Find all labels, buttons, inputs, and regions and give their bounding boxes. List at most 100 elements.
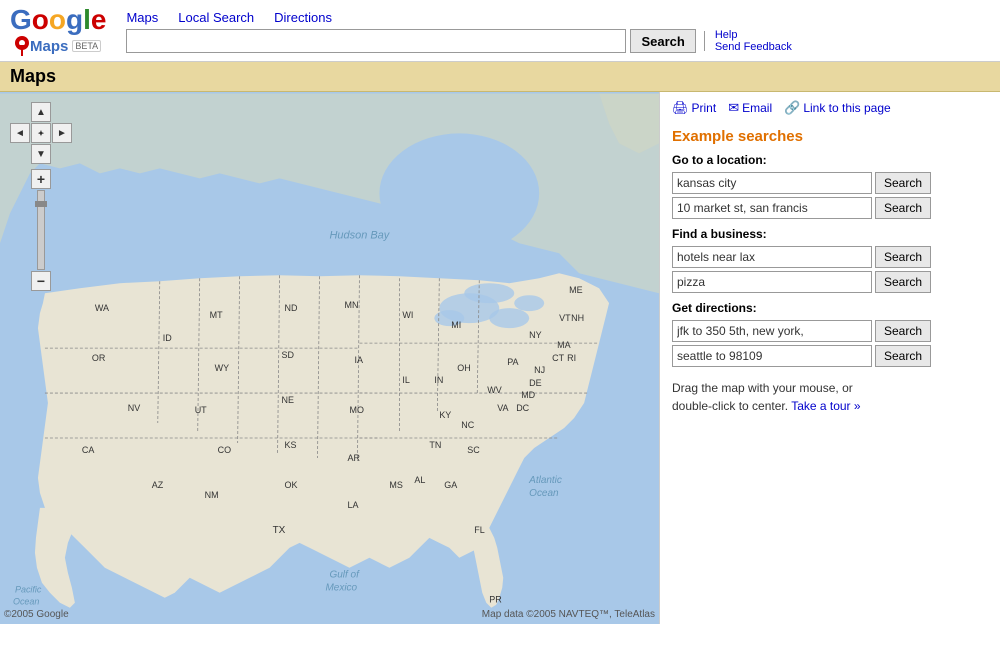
svg-text:ID: ID [163, 333, 172, 343]
business-input-2[interactable] [672, 271, 872, 293]
logo-l: l [83, 4, 91, 35]
right-panel: 🖨 Print ✉ Email 🔗 Link to this page Exam… [660, 92, 1000, 624]
business-search-btn-1[interactable]: Search [875, 246, 931, 268]
nav-down-row: ▼ [31, 144, 51, 164]
svg-text:FL: FL [474, 525, 484, 535]
svg-text:WI: WI [402, 310, 413, 320]
svg-text:ND: ND [285, 303, 298, 313]
svg-text:IN: IN [434, 375, 443, 385]
map-controls: ▲ ◄ ✦ ► ▼ + − [10, 102, 72, 291]
go-to-location-title: Go to a location: [672, 153, 988, 167]
svg-text:ME: ME [569, 285, 582, 295]
business-example-row-1: Search [672, 246, 988, 268]
help-link[interactable]: Help [715, 29, 792, 41]
email-link[interactable]: ✉ Email [728, 100, 772, 116]
main-search-button[interactable]: Search [630, 29, 695, 53]
print-label: Print [692, 101, 717, 115]
svg-text:NM: NM [205, 490, 219, 500]
nav-local-search-link[interactable]: Local Search [178, 10, 254, 25]
svg-text:DE: DE [529, 378, 541, 388]
pan-center-button[interactable]: ✦ [31, 123, 51, 143]
take-a-tour-link[interactable]: Take a tour » [791, 399, 860, 413]
business-search-btn-2[interactable]: Search [875, 271, 931, 293]
location-example-row-1: Search [672, 172, 988, 194]
drag-note: Drag the map with your mouse, ordouble-c… [672, 379, 988, 415]
svg-text:NY: NY [529, 330, 541, 340]
svg-text:Ocean: Ocean [529, 488, 559, 499]
email-icon: ✉ [728, 100, 739, 116]
pan-up-button[interactable]: ▲ [31, 102, 51, 122]
svg-text:PA: PA [507, 357, 518, 367]
svg-text:AL: AL [414, 475, 425, 485]
print-icon: 🖨 [672, 100, 689, 116]
logo-e: e [91, 4, 107, 35]
map-data-credit: Map data ©2005 NAVTEQ™, TeleAtlas [482, 609, 655, 620]
directions-search-btn-1[interactable]: Search [875, 320, 931, 342]
business-input-1[interactable] [672, 246, 872, 268]
svg-text:Ocean: Ocean [13, 597, 39, 607]
business-example-row-2: Search [672, 271, 988, 293]
svg-text:CT: CT [552, 353, 564, 363]
svg-text:Mexico: Mexico [326, 583, 358, 594]
location-input-2[interactable] [672, 197, 872, 219]
svg-text:PR: PR [489, 595, 502, 605]
svg-text:NE: NE [282, 395, 294, 405]
link-to-page-link[interactable]: 🔗 Link to this page [784, 100, 891, 116]
pan-down-button[interactable]: ▼ [31, 144, 51, 164]
header: Google Maps BETA Maps Local Search Direc… [0, 0, 1000, 62]
zoom-slider-area: + − [31, 169, 51, 291]
example-searches-title: Example searches [672, 128, 988, 145]
page-title: Maps [10, 66, 56, 86]
main-search-input[interactable] [126, 29, 626, 53]
map-container[interactable]: WA OR CA ID NV AZ MT WY UT CO NM ND SD [0, 92, 660, 624]
svg-text:NV: NV [128, 403, 140, 413]
pan-right-button[interactable]: ► [52, 123, 72, 143]
svg-text:MD: MD [521, 390, 535, 400]
svg-text:NH: NH [571, 313, 584, 323]
svg-text:RI: RI [567, 353, 576, 363]
svg-text:MT: MT [210, 310, 223, 320]
svg-text:IL: IL [402, 375, 409, 385]
svg-text:AZ: AZ [152, 480, 164, 490]
zoom-out-button[interactable]: − [31, 271, 51, 291]
feedback-link[interactable]: Send Feedback [715, 41, 792, 53]
svg-text:Hudson Bay: Hudson Bay [330, 229, 391, 241]
svg-text:IA: IA [354, 355, 362, 365]
svg-text:TN: TN [429, 440, 441, 450]
directions-input-2[interactable] [672, 345, 872, 367]
svg-text:KS: KS [285, 440, 297, 450]
pan-left-button[interactable]: ◄ [10, 123, 30, 143]
zoom-thumb[interactable] [35, 201, 47, 207]
location-search-btn-1[interactable]: Search [875, 172, 931, 194]
svg-text:OH: OH [457, 363, 470, 373]
svg-text:Gulf of: Gulf of [330, 570, 361, 581]
nav-maps-link[interactable]: Maps [126, 10, 158, 25]
maps-pin-icon [14, 35, 30, 57]
panel-actions: 🖨 Print ✉ Email 🔗 Link to this page [672, 100, 988, 116]
nav-links: Maps Local Search Directions [126, 10, 990, 25]
page-title-bar: Maps [0, 62, 1000, 92]
zoom-in-button[interactable]: + [31, 169, 51, 189]
nav-directions-link[interactable]: Directions [274, 10, 332, 25]
maps-text: Maps [30, 38, 68, 55]
email-label: Email [742, 101, 772, 115]
svg-text:AR: AR [347, 453, 360, 463]
logo-o2: o [49, 4, 66, 35]
zoom-track[interactable] [37, 190, 45, 270]
directions-input-1[interactable] [672, 320, 872, 342]
svg-text:CA: CA [82, 445, 94, 455]
svg-text:VA: VA [497, 403, 508, 413]
svg-text:MA: MA [557, 340, 570, 350]
svg-text:TX: TX [273, 525, 286, 536]
directions-search-btn-2[interactable]: Search [875, 345, 931, 367]
directions-example-row-1: Search [672, 320, 988, 342]
nav-up-row: ▲ [31, 102, 51, 122]
svg-text:MS: MS [389, 480, 402, 490]
location-input-1[interactable] [672, 172, 872, 194]
location-search-btn-2[interactable]: Search [875, 197, 931, 219]
get-directions-title: Get directions: [672, 301, 988, 315]
logo-o1: o [32, 4, 49, 35]
print-link[interactable]: 🖨 Print [672, 100, 716, 116]
map-copyright: ©2005 Google [4, 609, 69, 620]
svg-text:OK: OK [285, 480, 298, 490]
